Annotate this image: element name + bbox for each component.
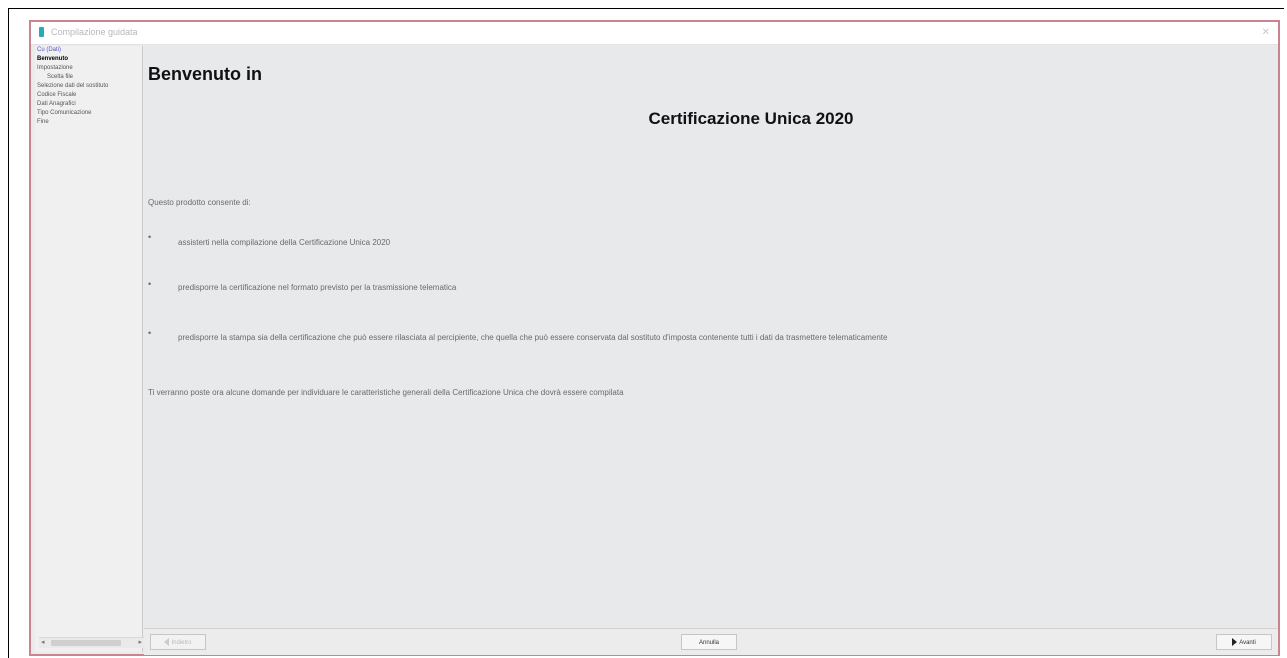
title-bar: Compilazione guidata ✕ xyxy=(31,22,1278,45)
cancel-label: Annulla xyxy=(698,640,719,646)
steps-sidebar: Cu (Dati) Benvenuto Impostazione Scelta fil… xyxy=(35,46,144,652)
bullet-marker: • xyxy=(148,328,152,338)
app-icon xyxy=(39,27,44,37)
content-panel: Benvenuto in Certificazione Unica 2020 Q… xyxy=(144,46,1278,628)
bullet-marker: • xyxy=(148,232,152,242)
bullet-item: predisporre la certificazione nel format… xyxy=(178,283,457,292)
sidebar-step-item[interactable]: Benvenuto xyxy=(35,55,142,64)
wizard-window: Compilazione guidata ✕ Cu (Dati) Benvenut… xyxy=(29,20,1280,656)
next-arrow-icon xyxy=(1232,638,1238,647)
sidebar-step-item[interactable]: Dati Anagrafici xyxy=(35,100,142,109)
sidebar-step-item[interactable]: Fine xyxy=(35,118,142,127)
sidebar-scrollbar[interactable]: ◂ ▸ xyxy=(39,637,144,648)
sidebar-step-item[interactable]: Scelta file xyxy=(35,73,142,82)
sidebar-step-item[interactable]: Codice Fiscale xyxy=(35,91,142,100)
back-button[interactable]: Indietro xyxy=(150,634,206,650)
back-label: Indietro xyxy=(171,640,192,646)
wizard-buttons-bar: Indietro Annulla Avanti xyxy=(144,628,1278,655)
sidebar-step-item[interactable]: Impostazione xyxy=(35,64,142,73)
next-button[interactable]: Avanti xyxy=(1216,634,1272,650)
sidebar-step-item[interactable]: Selezione dati del sostituto xyxy=(35,82,142,91)
close-icon[interactable]: ✕ xyxy=(1262,27,1270,38)
scroll-right-icon[interactable]: ▸ xyxy=(138,638,142,648)
back-arrow-icon xyxy=(164,638,170,647)
bullet-item: assisterti nella compilazione della Cert… xyxy=(178,238,391,247)
next-label: Avanti xyxy=(1239,640,1256,646)
window-title: Compilazione guidata xyxy=(51,27,138,37)
product-title: Certificazione Unica 2020 xyxy=(648,109,854,128)
sidebar-step-item[interactable]: Tipo Comunicazione xyxy=(35,109,142,118)
scroll-left-icon[interactable]: ◂ xyxy=(41,638,45,648)
intro-text: Questo prodotto consente di: xyxy=(148,198,251,207)
bullet-item: predisporre la stampa sia della certific… xyxy=(178,333,888,342)
outro-text: Ti verranno poste ora alcune domande per… xyxy=(148,388,624,397)
bullet-marker: • xyxy=(148,279,152,289)
steps-list: Cu (Dati) Benvenuto Impostazione Scelta fil… xyxy=(35,46,142,127)
scroll-thumb[interactable] xyxy=(51,640,121,646)
page-title: Benvenuto in xyxy=(148,64,263,84)
cancel-button[interactable]: Annulla xyxy=(681,634,737,650)
sidebar-step-item[interactable]: Cu (Dati) xyxy=(35,46,142,55)
